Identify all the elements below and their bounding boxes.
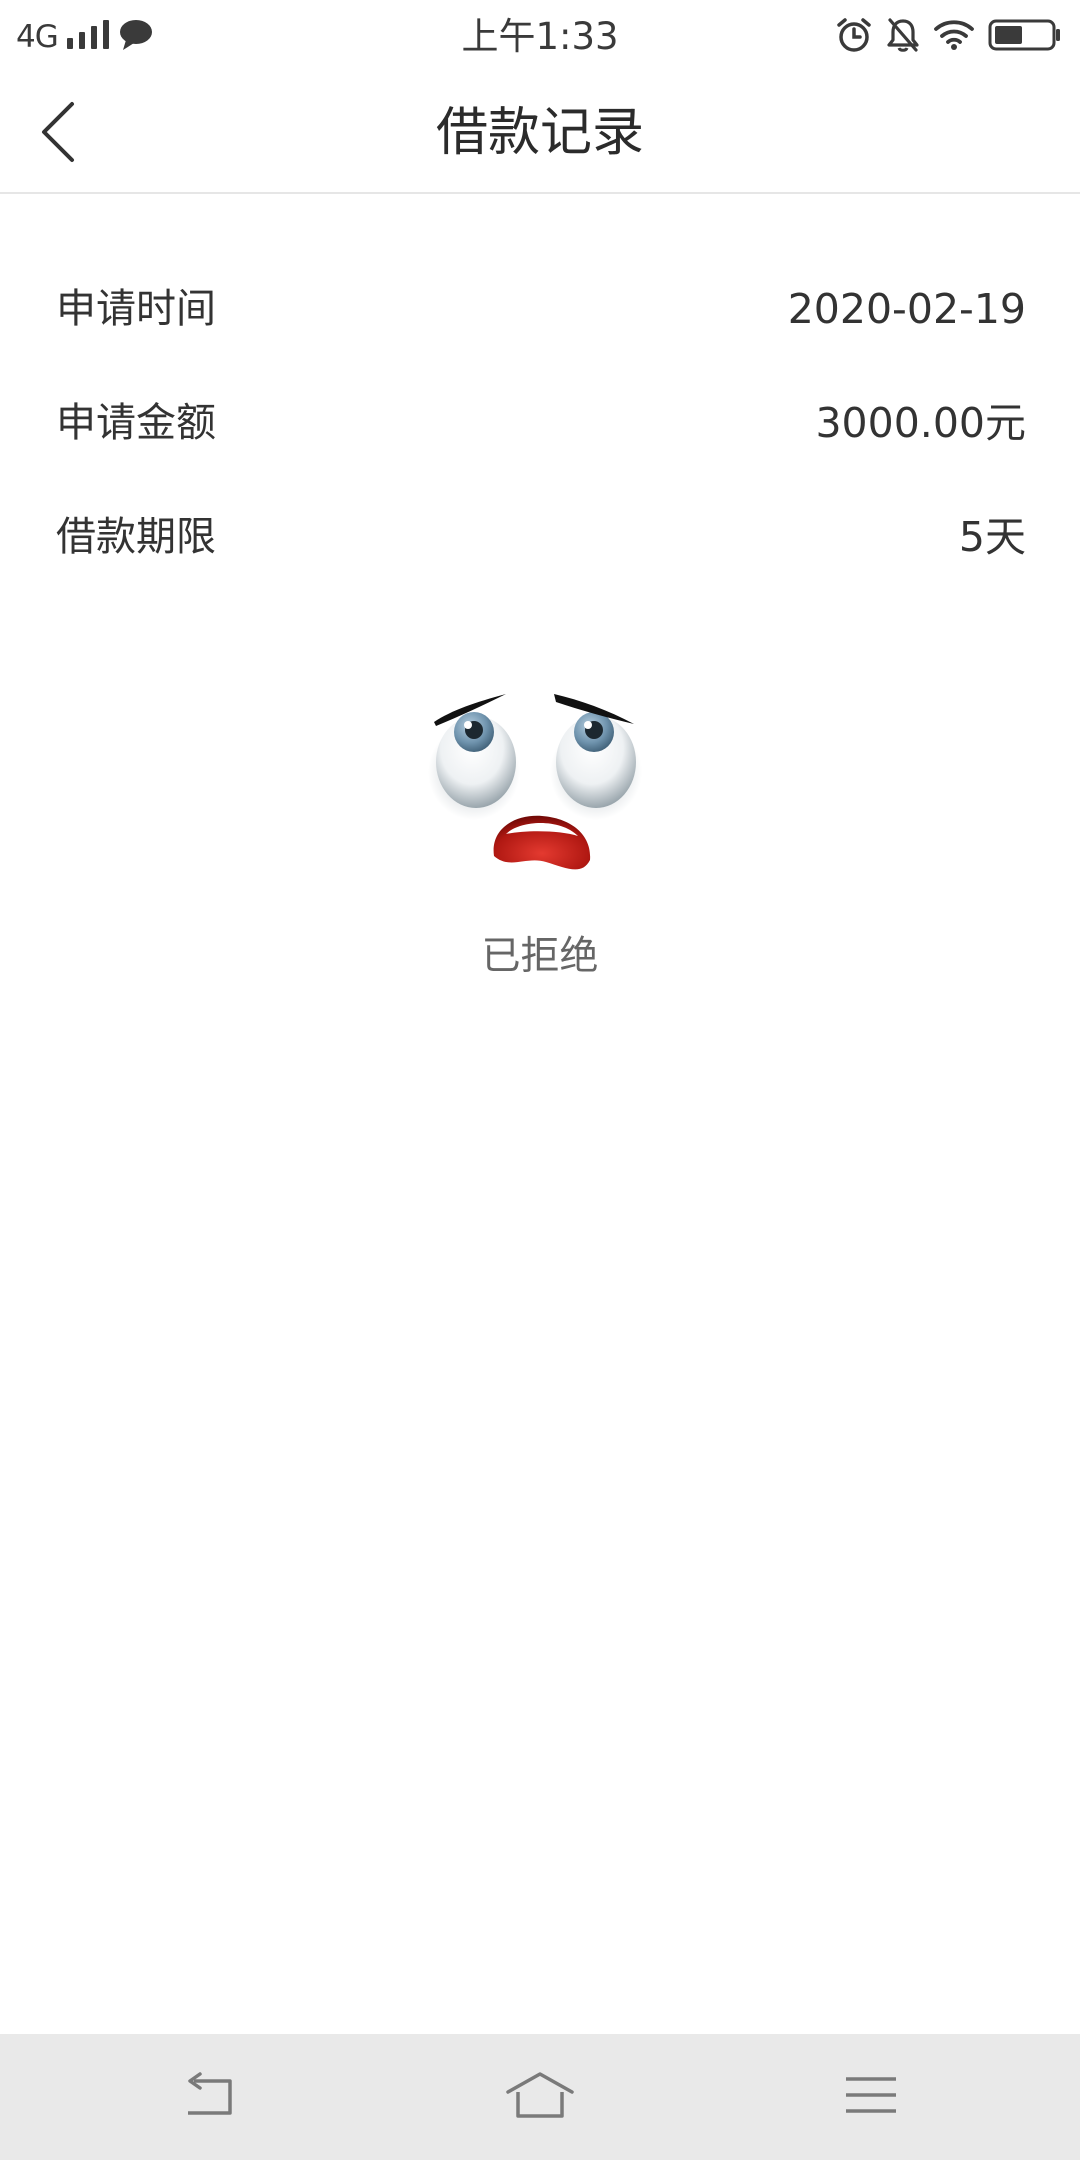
back-arrow-icon — [180, 2071, 236, 2123]
page-title: 借款记录 — [435, 103, 644, 163]
navigation-bar: 借款记录 — [0, 74, 1080, 194]
back-button[interactable] — [18, 94, 98, 174]
battery-icon — [988, 18, 1062, 56]
detail-value: 3000.00元 — [815, 399, 1026, 447]
alarm-icon — [836, 17, 872, 57]
rejected-face-icon — [420, 684, 660, 894]
detail-row-application-amount: 申请金额 3000.00元 — [0, 366, 1080, 480]
bell-off-icon — [886, 17, 920, 57]
system-back-button[interactable] — [163, 2052, 253, 2142]
chevron-left-icon — [36, 100, 80, 168]
detail-value: 5天 — [958, 513, 1026, 561]
detail-label: 申请时间 — [56, 286, 216, 332]
system-navigation-bar — [0, 2034, 1080, 2160]
detail-label: 申请金额 — [56, 400, 216, 446]
detail-value: 2020-02-19 — [787, 285, 1026, 333]
system-home-button[interactable] — [495, 2052, 585, 2142]
home-icon — [504, 2070, 576, 2124]
loan-status-text: 已拒绝 — [481, 934, 599, 979]
wifi-icon — [934, 19, 974, 55]
system-menu-button[interactable] — [826, 2052, 916, 2142]
loan-detail-list: 申请时间 2020-02-19 申请金额 3000.00元 借款期限 5天 — [0, 252, 1080, 594]
menu-icon — [844, 2073, 898, 2121]
detail-row-loan-term: 借款期限 5天 — [0, 480, 1080, 594]
status-bar: 4G 上午1:33 — [0, 0, 1080, 74]
detail-label: 借款期限 — [56, 514, 216, 560]
detail-row-application-time: 申请时间 2020-02-19 — [0, 252, 1080, 366]
status-bar-right — [836, 14, 1062, 60]
